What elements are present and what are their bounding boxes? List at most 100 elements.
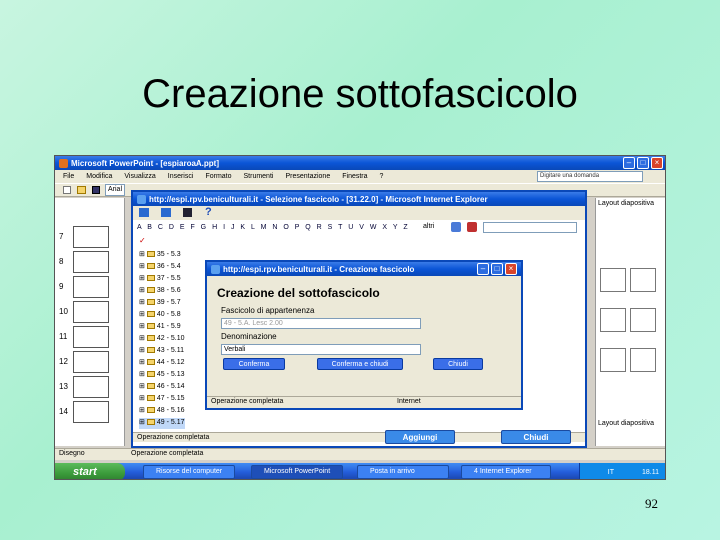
menu-file[interactable]: File — [63, 173, 74, 180]
tree-row[interactable]: ⊞ 47 - 5.15 — [139, 394, 185, 405]
confirm-close-button[interactable]: Conferma e chiudi — [317, 358, 403, 370]
menu-visualizza[interactable]: Visualizza — [124, 173, 155, 180]
layout-option[interactable] — [600, 268, 626, 292]
folder-icon — [146, 407, 155, 414]
language-indicator[interactable]: IT — [608, 469, 614, 476]
ie-icon — [211, 264, 220, 274]
layout-option[interactable] — [600, 348, 626, 372]
folder-icon — [146, 347, 155, 354]
layout-option[interactable] — [630, 308, 656, 332]
dialog-maximize-button[interactable]: □ — [491, 263, 503, 275]
tree-row[interactable]: ⊞ 45 - 5.13 — [139, 370, 185, 381]
tree-row-label: 41 - 5.9 — [156, 323, 181, 330]
open-icon[interactable] — [77, 186, 86, 194]
tree-row-selected[interactable]: ⊞ 49 - 5.17 — [139, 418, 185, 429]
menu-strumenti[interactable]: Strumenti — [244, 173, 274, 180]
menu-help[interactable]: ? — [380, 173, 384, 180]
thumbnail-row[interactable]: 14 — [57, 401, 121, 423]
close-button[interactable]: × — [651, 157, 663, 169]
help-search-input[interactable]: Digitare una domanda — [537, 171, 643, 182]
clear-icon[interactable] — [467, 222, 477, 232]
slide-thumbnails-pane: 7 8 9 10 11 12 13 14 — [55, 198, 125, 446]
thumbnail-row[interactable]: 11 — [57, 326, 121, 348]
parent-folder-input[interactable]: 49 - 5.A. Lesc 2.00 — [221, 318, 421, 329]
thumbnail-row[interactable]: 9 — [57, 276, 121, 298]
tree-row[interactable]: ⊞ 38 - 5.6 — [139, 286, 181, 297]
menu-inserisci[interactable]: Inserisci — [168, 173, 194, 180]
tree-row[interactable]: ⊞ 41 - 5.9 — [139, 322, 181, 333]
task-pane-bottom-label: Layout diapositiva — [598, 420, 655, 427]
tree-row-label: 49 - 5.17 — [156, 419, 185, 426]
thumbnail-row[interactable]: 7 — [57, 226, 121, 248]
check-icon: ✓ — [139, 236, 146, 245]
tree-row[interactable]: ⊞ 44 - 5.12 — [139, 358, 185, 369]
tree-row[interactable]: ⊞ 42 - 5.10 — [139, 334, 185, 345]
thumbnail-number: 12 — [59, 357, 68, 366]
search-icon[interactable] — [451, 222, 461, 232]
alphabet-index[interactable]: A B C D E F G H I J K L M N O P Q R S T … — [137, 224, 410, 231]
tree-row[interactable]: ⊞ 39 - 5.7 — [139, 298, 181, 309]
close-selection-button[interactable]: Chiudi — [501, 430, 571, 444]
tree-row[interactable]: ⊞ 43 - 5.11 — [139, 346, 184, 357]
forward-icon[interactable] — [161, 208, 171, 217]
name-input[interactable]: Verbali — [221, 344, 421, 355]
creation-window-title-bar: http://espi.rpv.beniculturali.it - Creaz… — [207, 262, 521, 276]
dialog-chiudi-button[interactable]: Chiudi — [433, 358, 483, 370]
thumbnail-row[interactable]: 10 — [57, 301, 121, 323]
back-icon[interactable] — [139, 208, 149, 217]
task-internet-explorer[interactable]: 4 Internet Explorer — [461, 465, 551, 479]
maximize-button[interactable]: □ — [637, 157, 649, 169]
dialog-minimize-button[interactable]: – — [477, 263, 489, 275]
selection-window-title: http://espi.rpv.beniculturali.it - Selez… — [149, 194, 488, 204]
save-icon[interactable] — [183, 208, 192, 217]
confirm-button[interactable]: Conferma — [223, 358, 285, 370]
ie-icon — [137, 194, 146, 204]
thumbnail-image — [73, 401, 109, 423]
menu-modifica[interactable]: Modifica — [86, 173, 112, 180]
tree-row-label: 38 - 5.6 — [156, 287, 181, 294]
menu-formato[interactable]: Formato — [205, 173, 231, 180]
selection-window-toolbar: ? — [133, 206, 585, 220]
windows-taskbar: start Risorse del computer Microsoft Pow… — [55, 463, 665, 479]
dialog-heading: Creazione del sottofascicolo — [217, 286, 380, 300]
tree-row-label: 43 - 5.11 — [156, 347, 184, 354]
menu-presentazione[interactable]: Presentazione — [285, 173, 330, 180]
tree-row[interactable]: ⊞ 40 - 5.8 — [139, 310, 181, 321]
layout-task-pane: Layout diapositiva Layout diapositiva — [595, 198, 665, 446]
new-icon[interactable] — [63, 186, 71, 194]
layout-option[interactable] — [630, 268, 656, 292]
font-box[interactable]: Arial — [105, 184, 125, 196]
tree-row-label: 37 - 5.5 — [156, 275, 181, 282]
thumbnail-row[interactable]: 12 — [57, 351, 121, 373]
tree-row[interactable]: ⊞ 36 - 5.4 — [139, 262, 181, 273]
layout-option[interactable] — [630, 348, 656, 372]
search-input[interactable] — [483, 222, 577, 233]
add-button[interactable]: Aggiungi — [385, 430, 455, 444]
thumbnail-number: 9 — [59, 282, 64, 291]
tree-row[interactable]: ⊞ 48 - 5.16 — [139, 406, 185, 417]
internet-zone-label: Internet — [397, 398, 421, 405]
menu-finestra[interactable]: Finestra — [342, 173, 367, 180]
save-icon[interactable] — [92, 186, 100, 194]
tree-row[interactable]: ⊞ 35 - 5.3 — [139, 250, 181, 261]
thumbnail-image — [73, 376, 109, 398]
minimize-button[interactable]: – — [623, 157, 635, 169]
thumbnail-row[interactable]: 13 — [57, 376, 121, 398]
start-button[interactable]: start — [55, 463, 125, 479]
drawing-label[interactable]: Disegno — [59, 450, 85, 457]
layout-option[interactable] — [600, 308, 626, 332]
thumbnail-row[interactable]: 8 — [57, 251, 121, 273]
task-powerpoint[interactable]: Microsoft PowerPoint — [251, 465, 343, 479]
thumbnail-image — [73, 226, 109, 248]
task-inbox[interactable]: Posta in arrivo — [357, 465, 449, 479]
tree-row[interactable]: ⊞ 46 - 5.14 — [139, 382, 185, 393]
help-icon[interactable]: ? — [205, 206, 212, 218]
tree-row-label: 46 - 5.14 — [156, 383, 185, 390]
tree-row-label: 45 - 5.13 — [156, 371, 185, 378]
thumbnail-number: 10 — [59, 307, 68, 316]
task-my-computer[interactable]: Risorse del computer — [143, 465, 235, 479]
dialog-close-button[interactable]: × — [505, 263, 517, 275]
thumbnail-image — [73, 351, 109, 373]
powerpoint-icon — [59, 158, 68, 168]
tree-row[interactable]: ⊞ 37 - 5.5 — [139, 274, 181, 285]
